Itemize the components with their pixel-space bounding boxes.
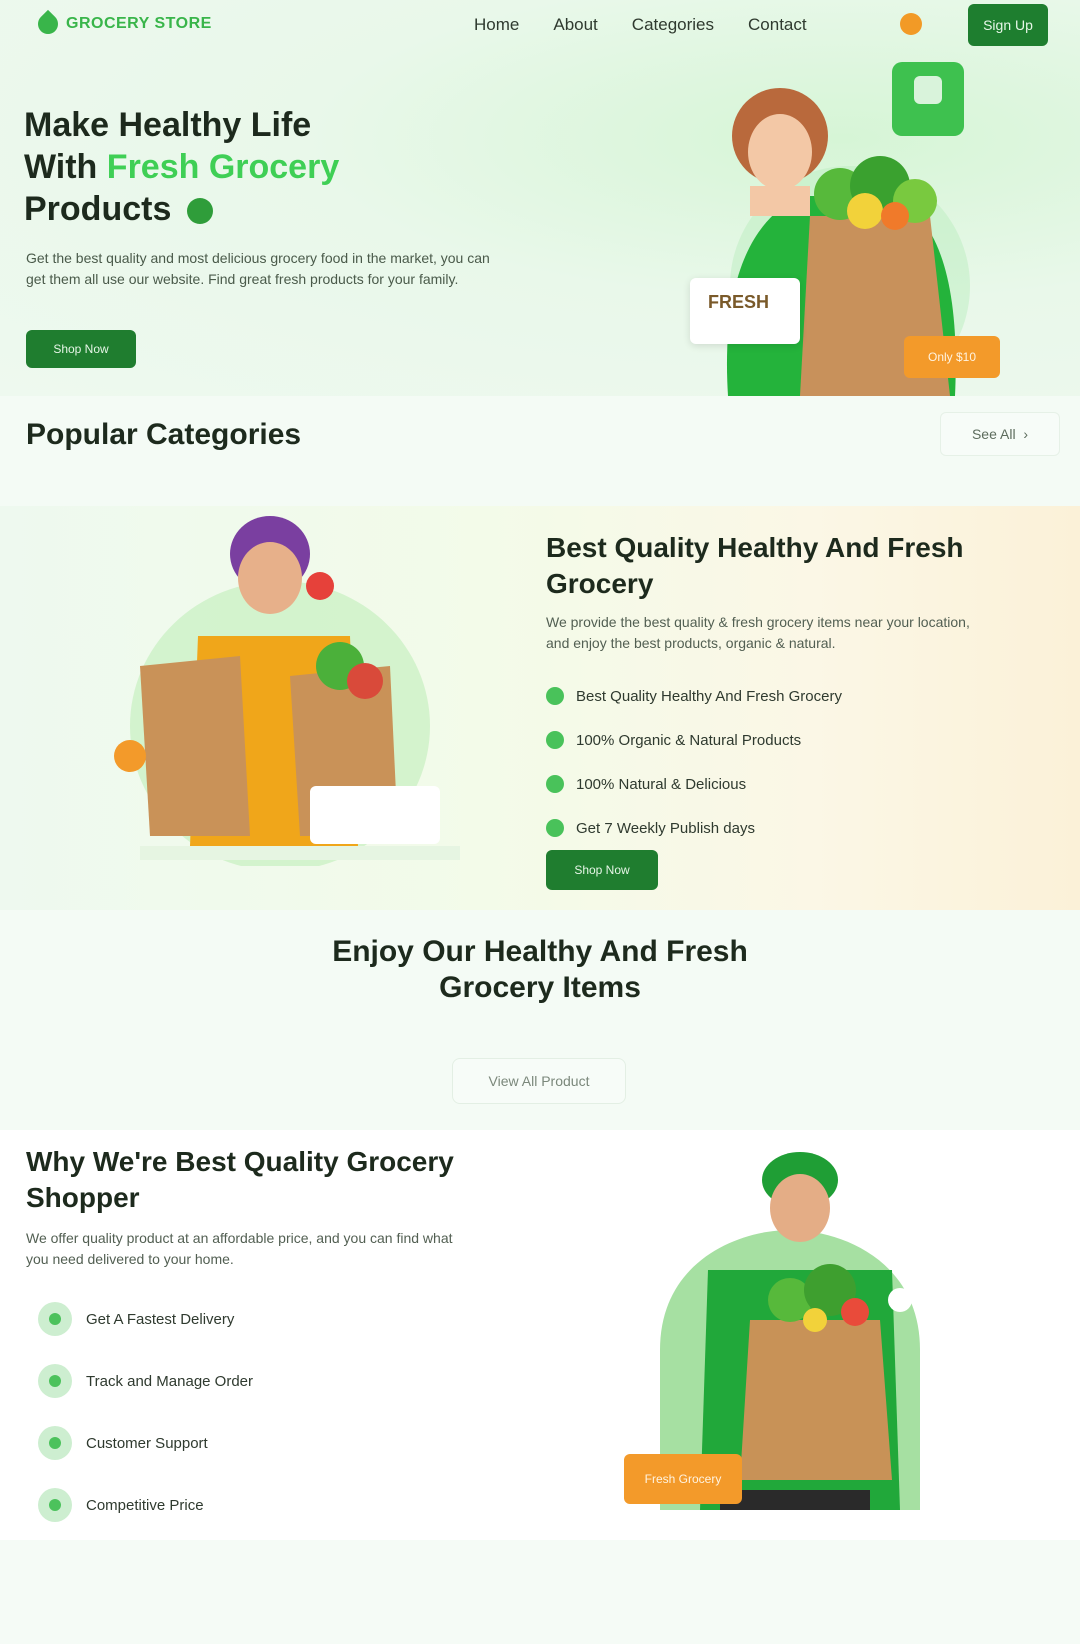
view-all-products-button[interactable]: View All Product: [452, 1058, 626, 1104]
categories-title: Popular Categories: [26, 418, 302, 451]
nav-link-about[interactable]: About: [553, 15, 597, 35]
signup-button[interactable]: Sign Up: [968, 4, 1048, 46]
promo-card: FRESH: [690, 278, 800, 344]
price-icon: [38, 1488, 72, 1522]
man-with-grocery-bags-image: [114, 516, 460, 866]
leaf-icon: [186, 198, 213, 225]
cart-icon[interactable]: [900, 13, 922, 35]
price-tag: Only $10: [904, 336, 1000, 378]
quality-shop-button[interactable]: Shop Now: [546, 850, 658, 890]
list-item: Best Quality Healthy And Fresh Grocery: [546, 674, 842, 718]
leaf-logo-icon: [33, 9, 63, 39]
hero-title-accent: Fresh Grocery: [106, 148, 340, 186]
quality-title: Best Quality Healthy And Fresh Grocery: [546, 532, 964, 599]
nav-link-contact[interactable]: Contact: [748, 15, 807, 35]
brand-name: GROCERY STORE: [66, 15, 212, 32]
hero-title: Make Healthy Life With Fresh Grocery Pro…: [24, 104, 454, 230]
list-item-label: 100% Natural & Delicious: [576, 775, 747, 793]
quality-list: Best Quality Healthy And Fresh Grocery 1…: [546, 674, 842, 850]
list-item-label: Track and Manage Order: [86, 1372, 254, 1390]
list-item: Customer Support: [38, 1412, 253, 1474]
list-item: Competitive Price: [38, 1474, 253, 1536]
nav-link-home[interactable]: Home: [474, 15, 519, 35]
quality-section: Best Quality Healthy And Fresh Grocery W…: [0, 506, 1080, 910]
hero-title-line1: Make Healthy Life: [24, 106, 312, 144]
promo-card-brand: FRESH: [708, 292, 770, 312]
list-item-label: 100% Organic & Natural Products: [576, 731, 802, 749]
delivery-icon: [38, 1302, 72, 1336]
list-item-label: Best Quality Healthy And Fresh Grocery: [576, 687, 842, 705]
list-item-label: Get A Fastest Delivery: [86, 1310, 235, 1328]
check-icon: [546, 819, 564, 837]
hero-title-with: With: [24, 148, 98, 186]
nav-link-categories[interactable]: Categories: [632, 15, 714, 35]
enjoy-title: Enjoy Our Healthy And Fresh Grocery Item…: [332, 935, 748, 1004]
categories-section: Popular Categories See All ›: [0, 396, 1080, 506]
list-item: 100% Organic & Natural Products: [546, 718, 842, 762]
app-badge: [892, 62, 964, 136]
check-icon: [546, 731, 564, 749]
check-icon: [546, 687, 564, 705]
why-section: Why We're Best Quality Grocery Shopper W…: [0, 1130, 1080, 1540]
fresh-grocery-badge: Fresh Grocery: [624, 1454, 742, 1504]
see-all-categories-button[interactable]: See All ›: [940, 412, 1060, 456]
list-item-label: Customer Support: [86, 1434, 208, 1452]
see-all-label: See All: [971, 426, 1016, 442]
list-item: Get 7 Weekly Publish days: [546, 806, 842, 850]
why-description: We offer quality product at an affordabl…: [26, 1230, 453, 1267]
enjoy-section: Enjoy Our Healthy And Fresh Grocery Item…: [0, 910, 1080, 1130]
hero-shop-button[interactable]: Shop Now: [26, 330, 136, 368]
page-bottom: [0, 1540, 1080, 1644]
support-icon: [38, 1426, 72, 1460]
hero-title-line3: Products: [24, 190, 172, 228]
app-icon: [914, 76, 942, 104]
why-title: Why We're Best Quality Grocery Shopper: [26, 1146, 454, 1213]
check-icon: [546, 775, 564, 793]
list-item: Track and Manage Order: [38, 1350, 253, 1412]
hero-section: GROCERY STORE Home About Categories Cont…: [0, 0, 1080, 396]
list-item-label: Get 7 Weekly Publish days: [576, 819, 755, 837]
top-nav: GROCERY STORE Home About Categories Cont…: [0, 0, 1080, 50]
quality-description: We provide the best quality & fresh groc…: [546, 614, 970, 651]
why-list: Get A Fastest Delivery Track and Manage …: [38, 1288, 253, 1536]
list-item: Get A Fastest Delivery: [38, 1288, 253, 1350]
list-item-label: Competitive Price: [86, 1496, 204, 1514]
logo[interactable]: GROCERY STORE: [33, 9, 212, 39]
hero-description: Get the best quality and most delicious …: [26, 250, 490, 287]
nav-links: Home About Categories Contact: [474, 15, 807, 35]
list-item: 100% Natural & Delicious: [546, 762, 842, 806]
arrow-right-icon: ›: [1019, 426, 1029, 442]
order-icon: [38, 1364, 72, 1398]
